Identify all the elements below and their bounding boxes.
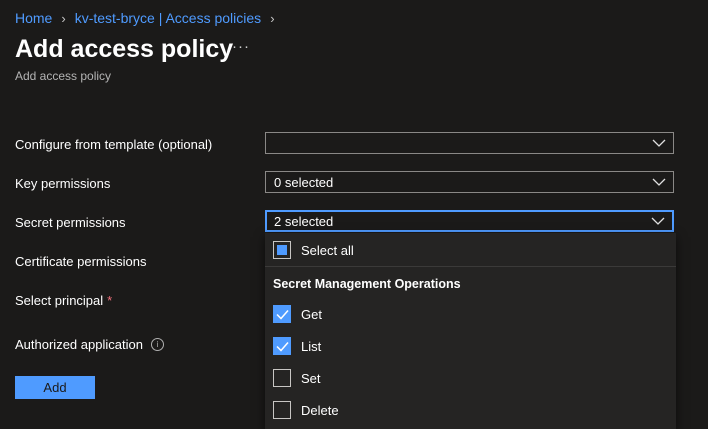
certificate-permissions-label: Certificate permissions	[15, 254, 147, 269]
template-label: Configure from template (optional)	[15, 137, 212, 152]
list-checkbox[interactable]	[273, 337, 291, 355]
group-header: Secret Management Operations	[273, 277, 461, 291]
info-icon[interactable]: i	[150, 338, 164, 351]
delete-checkbox[interactable]	[273, 401, 291, 419]
secret-permissions-label: Secret permissions	[15, 215, 126, 230]
template-dropdown[interactable]	[265, 132, 674, 154]
delete-label: Delete	[301, 403, 339, 418]
required-asterisk: *	[107, 293, 113, 308]
checkmark-icon	[276, 342, 289, 352]
key-permissions-value: 0 selected	[274, 174, 334, 190]
secret-permissions-panel: Select all Secret Management Operations …	[265, 233, 676, 429]
chevron-right-icon: ›	[61, 10, 66, 26]
set-checkbox[interactable]	[273, 369, 291, 387]
select-all-label: Select all	[301, 243, 354, 258]
secret-permissions-dropdown[interactable]: 2 selected	[265, 210, 674, 232]
template-label-text: Configure from template (optional)	[15, 137, 213, 152]
certificate-permissions-label-text: Certificate permissions	[15, 254, 147, 269]
key-permissions-dropdown[interactable]: 0 selected	[265, 171, 674, 193]
more-options-icon[interactable]: ···	[232, 38, 250, 55]
page-title: Add access policy	[15, 35, 234, 63]
get-checkbox[interactable]	[273, 305, 291, 323]
chevron-right-icon: ›	[270, 10, 275, 26]
chevron-down-icon	[651, 217, 665, 225]
breadcrumb: Home › kv-test-bryce | Access policies ›	[15, 10, 284, 26]
chevron-down-icon	[652, 139, 666, 147]
secret-permissions-label-text: Secret permissions	[15, 215, 126, 230]
chevron-down-icon	[652, 178, 666, 186]
secret-permissions-value: 2 selected	[274, 213, 334, 229]
select-all-checkbox[interactable]	[273, 241, 291, 259]
select-principal-label: Select principal *	[15, 293, 112, 308]
select-all-row[interactable]: Select all	[265, 233, 676, 267]
authorized-application-label-text: Authorized application	[15, 337, 143, 352]
key-permissions-label: Key permissions	[15, 176, 110, 191]
select-principal-label-text: Select principal	[15, 293, 104, 308]
get-label: Get	[301, 307, 322, 322]
key-permissions-label-text: Key permissions	[15, 176, 111, 191]
checkmark-icon	[276, 310, 289, 320]
page-subtitle: Add access policy	[15, 69, 112, 83]
authorized-application-label: Authorized application i	[15, 337, 164, 352]
set-label: Set	[301, 371, 321, 386]
list-label: List	[301, 339, 322, 354]
breadcrumb-access-policies[interactable]: kv-test-bryce | Access policies	[75, 10, 261, 26]
add-button[interactable]: Add	[15, 376, 95, 399]
breadcrumb-home[interactable]: Home	[15, 10, 52, 26]
